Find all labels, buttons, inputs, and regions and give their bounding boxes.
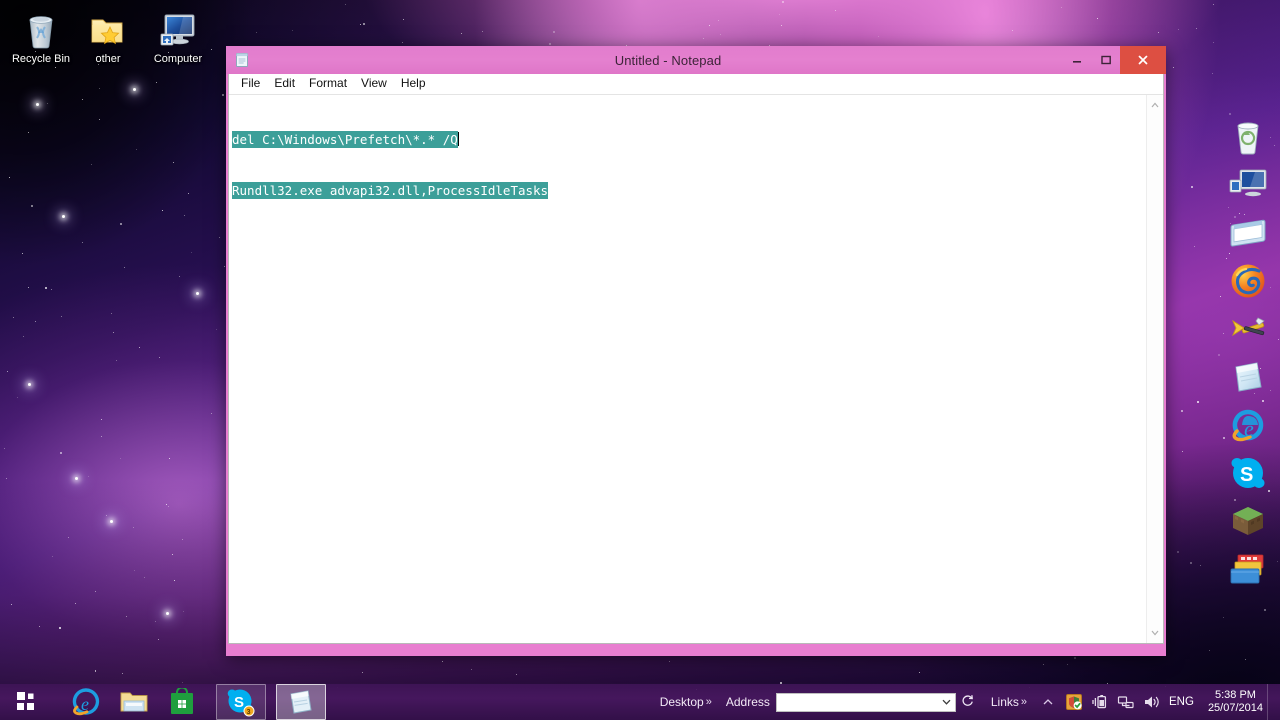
address-input[interactable] (776, 693, 939, 711)
battery-icon[interactable] (1089, 691, 1111, 713)
minimize-button[interactable] (1062, 46, 1091, 74)
skype-icon: S (1231, 458, 1265, 488)
close-icon (1138, 55, 1148, 65)
close-button[interactable] (1120, 46, 1166, 74)
folder-star-icon (71, 8, 145, 52)
desktop-icon-label: Recycle Bin (11, 53, 71, 65)
taskbar-notepad[interactable] (276, 684, 326, 720)
windows-start-icon (17, 692, 34, 710)
address-dropdown-icon[interactable] (939, 697, 955, 707)
vertical-scrollbar[interactable] (1146, 95, 1163, 643)
recycle-bin-icon (1237, 122, 1259, 155)
scroll-down-icon[interactable] (1147, 625, 1163, 641)
svg-text:e: e (1244, 416, 1254, 441)
taskbar: e S 3 Desktop » Address Links » ENG 5:38… (0, 684, 1280, 720)
clock-time: 5:38 PM (1214, 689, 1256, 701)
window-controls (1062, 46, 1166, 74)
notepad-icon (290, 690, 312, 714)
maximize-button[interactable] (1091, 46, 1120, 74)
dock-item-tools[interactable] (1225, 308, 1271, 350)
dock-item-computer[interactable] (1225, 164, 1271, 206)
computer-icon (141, 8, 215, 52)
desktop-icon-computer[interactable]: Computer (141, 8, 215, 65)
desktop-icon-other[interactable]: other (71, 8, 145, 65)
file-explorer-icon (120, 692, 148, 712)
clock[interactable]: 5:38 PM 25/07/2014 (1208, 689, 1263, 715)
selected-text-line-2: Rundll32.exe advapi32.dll,ProcessIdleTas… (232, 182, 549, 199)
notepad-icon (234, 52, 250, 68)
firefox-icon (1231, 264, 1265, 298)
maximize-icon (1100, 55, 1111, 65)
notepad-titlebar[interactable]: Untitled - Notepad (226, 46, 1166, 74)
menu-edit[interactable]: Edit (267, 75, 302, 93)
menu-file[interactable]: File (234, 75, 267, 93)
desktop-icon-recycle-bin[interactable]: Recycle Bin (4, 8, 78, 65)
taskbar-right-area: Desktop » Address Links » ENG 5:38 PM 25… (660, 684, 1280, 720)
dock-item-internet-explorer[interactable]: e (1225, 404, 1271, 446)
computer-icon (1229, 169, 1267, 197)
window-title: Untitled - Notepad (614, 52, 722, 68)
desktop-icon-label: other (95, 53, 121, 65)
scroll-up-icon[interactable] (1147, 97, 1163, 113)
address-bar[interactable] (775, 692, 956, 712)
links-toolbar-chevron-icon[interactable]: » (1021, 696, 1027, 708)
window-explorer-icon (1230, 219, 1266, 247)
internet-explorer-icon: e (1232, 409, 1264, 442)
dock-item-window[interactable] (1225, 212, 1271, 254)
taskbar-file-explorer[interactable] (115, 685, 153, 719)
selected-text-line-1: del C:\Windows\Prefetch\*.* /Q (232, 131, 458, 148)
menu-help[interactable]: Help (394, 75, 433, 93)
internet-explorer-icon: e (72, 688, 100, 716)
address-refresh-icon[interactable] (959, 694, 977, 710)
dock-item-skype[interactable]: S (1225, 452, 1271, 494)
taskbar-skype[interactable]: S 3 (216, 684, 266, 720)
svg-text:S: S (1240, 464, 1253, 486)
security-shield-icon[interactable] (1063, 691, 1085, 713)
language-indicator[interactable]: ENG (1169, 696, 1194, 708)
links-toolbar-label[interactable]: Links (991, 695, 1019, 709)
notepad-text-content[interactable]: del C:\Windows\Prefetch\*.* /Q Rundll32.… (229, 95, 1146, 643)
notepad-text-area[interactable]: del C:\Windows\Prefetch\*.* /Q Rundll32.… (229, 95, 1163, 643)
show-desktop-button[interactable] (1267, 684, 1274, 720)
clock-date: 25/07/2014 (1207, 702, 1263, 714)
skype-icon: S 3 (227, 689, 255, 717)
dock-item-firefox[interactable] (1225, 260, 1271, 302)
desktop-toolbar-chevron-icon[interactable]: » (706, 696, 712, 708)
taskbar-internet-explorer[interactable]: e (67, 685, 105, 719)
taskbar-buttons: e S 3 (0, 684, 331, 720)
desktop-icon-label: Computer (153, 53, 203, 65)
stack-folders-icon (1230, 554, 1264, 584)
show-hidden-icons-button[interactable] (1037, 691, 1059, 713)
dock-item-recycle-bin[interactable] (1225, 116, 1271, 158)
network-icon[interactable] (1115, 691, 1137, 713)
notepad-menubar: File Edit Format View Help (229, 74, 1163, 95)
text-caret (457, 132, 459, 146)
address-toolbar-label: Address (725, 695, 770, 709)
dock-item-notepad[interactable] (1225, 356, 1271, 398)
tools-icon (1232, 317, 1265, 337)
volume-icon[interactable] (1141, 691, 1163, 713)
menu-format[interactable]: Format (302, 75, 354, 93)
dock-item-folders[interactable] (1225, 548, 1271, 590)
notepad-body: File Edit Format View Help del C:\Window… (228, 74, 1164, 644)
notepad-window[interactable]: Untitled - Notepad File Edit Format View… (226, 46, 1166, 656)
minimize-icon (1072, 61, 1081, 63)
desktop-screen: Recycle Bin other Computer e S Untitled … (0, 0, 1280, 720)
minecraft-icon (1233, 507, 1263, 535)
skype-badge-count: 3 (247, 709, 251, 716)
svg-text:S: S (234, 694, 244, 711)
recycle-bin-icon (4, 8, 78, 52)
dock-item-minecraft[interactable] (1225, 500, 1271, 542)
text-line: Rundll32.exe advapi32.dll,ProcessIdleTas… (232, 182, 1146, 199)
menu-view[interactable]: View (354, 75, 394, 93)
notepad-icon (1235, 362, 1262, 392)
text-line: del C:\Windows\Prefetch\*.* /Q (232, 131, 1146, 148)
taskbar-windows-store[interactable] (163, 685, 201, 719)
svg-text:e: e (81, 694, 89, 714)
desktop-dock: e S (1220, 116, 1276, 590)
desktop-toolbar-label[interactable]: Desktop (660, 695, 704, 709)
start-button[interactable] (8, 685, 46, 719)
windows-store-icon (171, 688, 193, 714)
